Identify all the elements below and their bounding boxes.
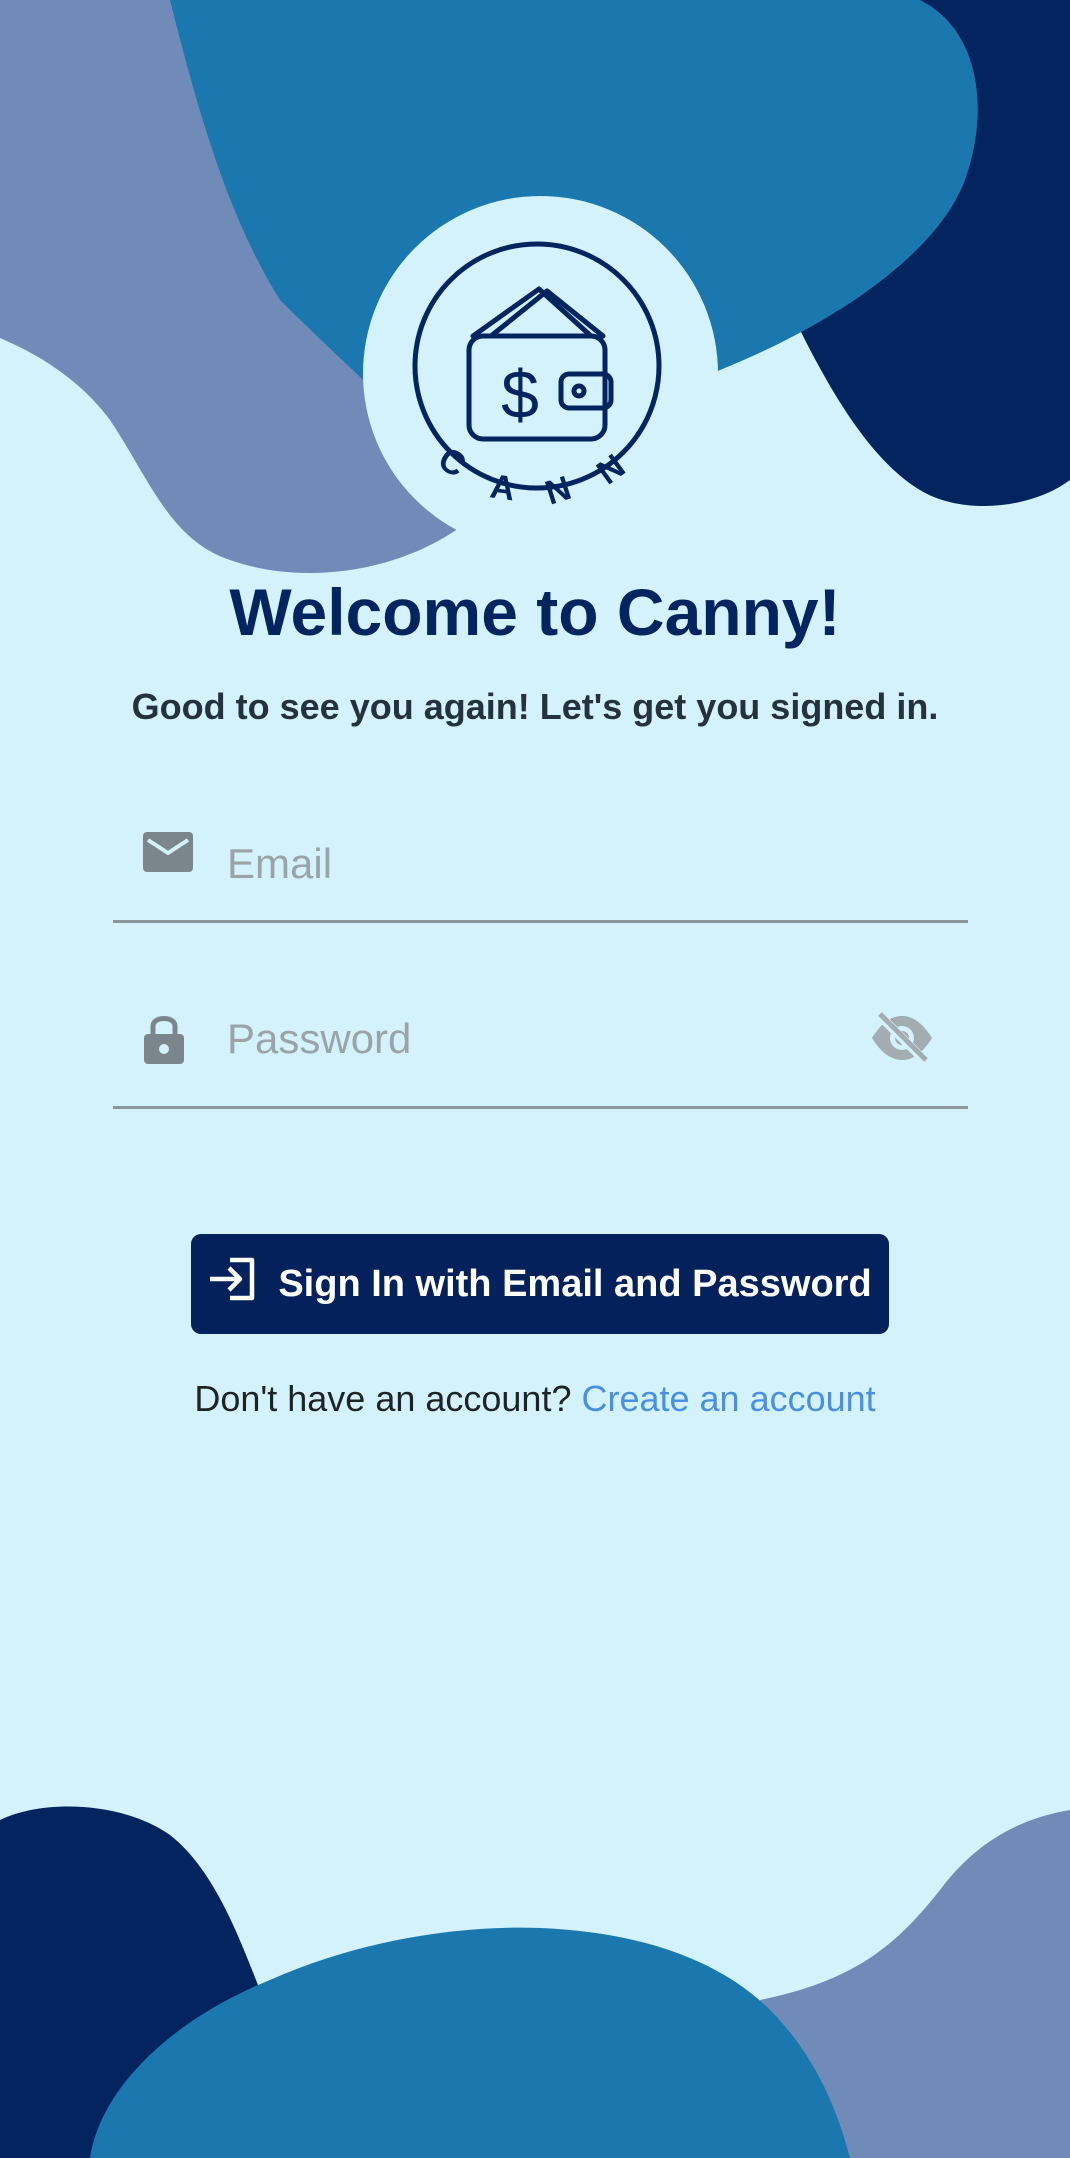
sign-in-button-label: Sign In with Email and Password (278, 1262, 872, 1305)
page-title: Welcome to Canny! (229, 575, 841, 649)
bottom-background-shapes-detail (0, 1806, 1070, 2158)
email-field (113, 810, 968, 923)
eye-off-icon[interactable] (870, 1010, 934, 1071)
signup-prompt-text: Don't have an account? (194, 1378, 572, 1419)
svg-text:$: $ (501, 357, 539, 433)
svg-text:CANNY: CANNY (363, 196, 661, 513)
mail-icon (143, 832, 193, 881)
page-subtitle: Good to see you again! Let's get you sig… (131, 686, 939, 727)
password-field (113, 990, 968, 1109)
logo-wordmark: CANNY (363, 196, 625, 513)
password-input[interactable] (225, 993, 849, 1085)
login-icon (208, 1256, 258, 1312)
lock-icon (143, 1012, 185, 1069)
create-account-link[interactable]: Create an account (581, 1378, 875, 1419)
sign-in-button[interactable]: Sign In with Email and Password (191, 1234, 889, 1334)
signup-prompt: Don't have an account? Create an account (0, 1378, 1070, 1420)
email-input[interactable] (225, 818, 849, 910)
canny-logo: $ CANNY (363, 196, 662, 513)
wallet-icon: $ (466, 286, 614, 442)
